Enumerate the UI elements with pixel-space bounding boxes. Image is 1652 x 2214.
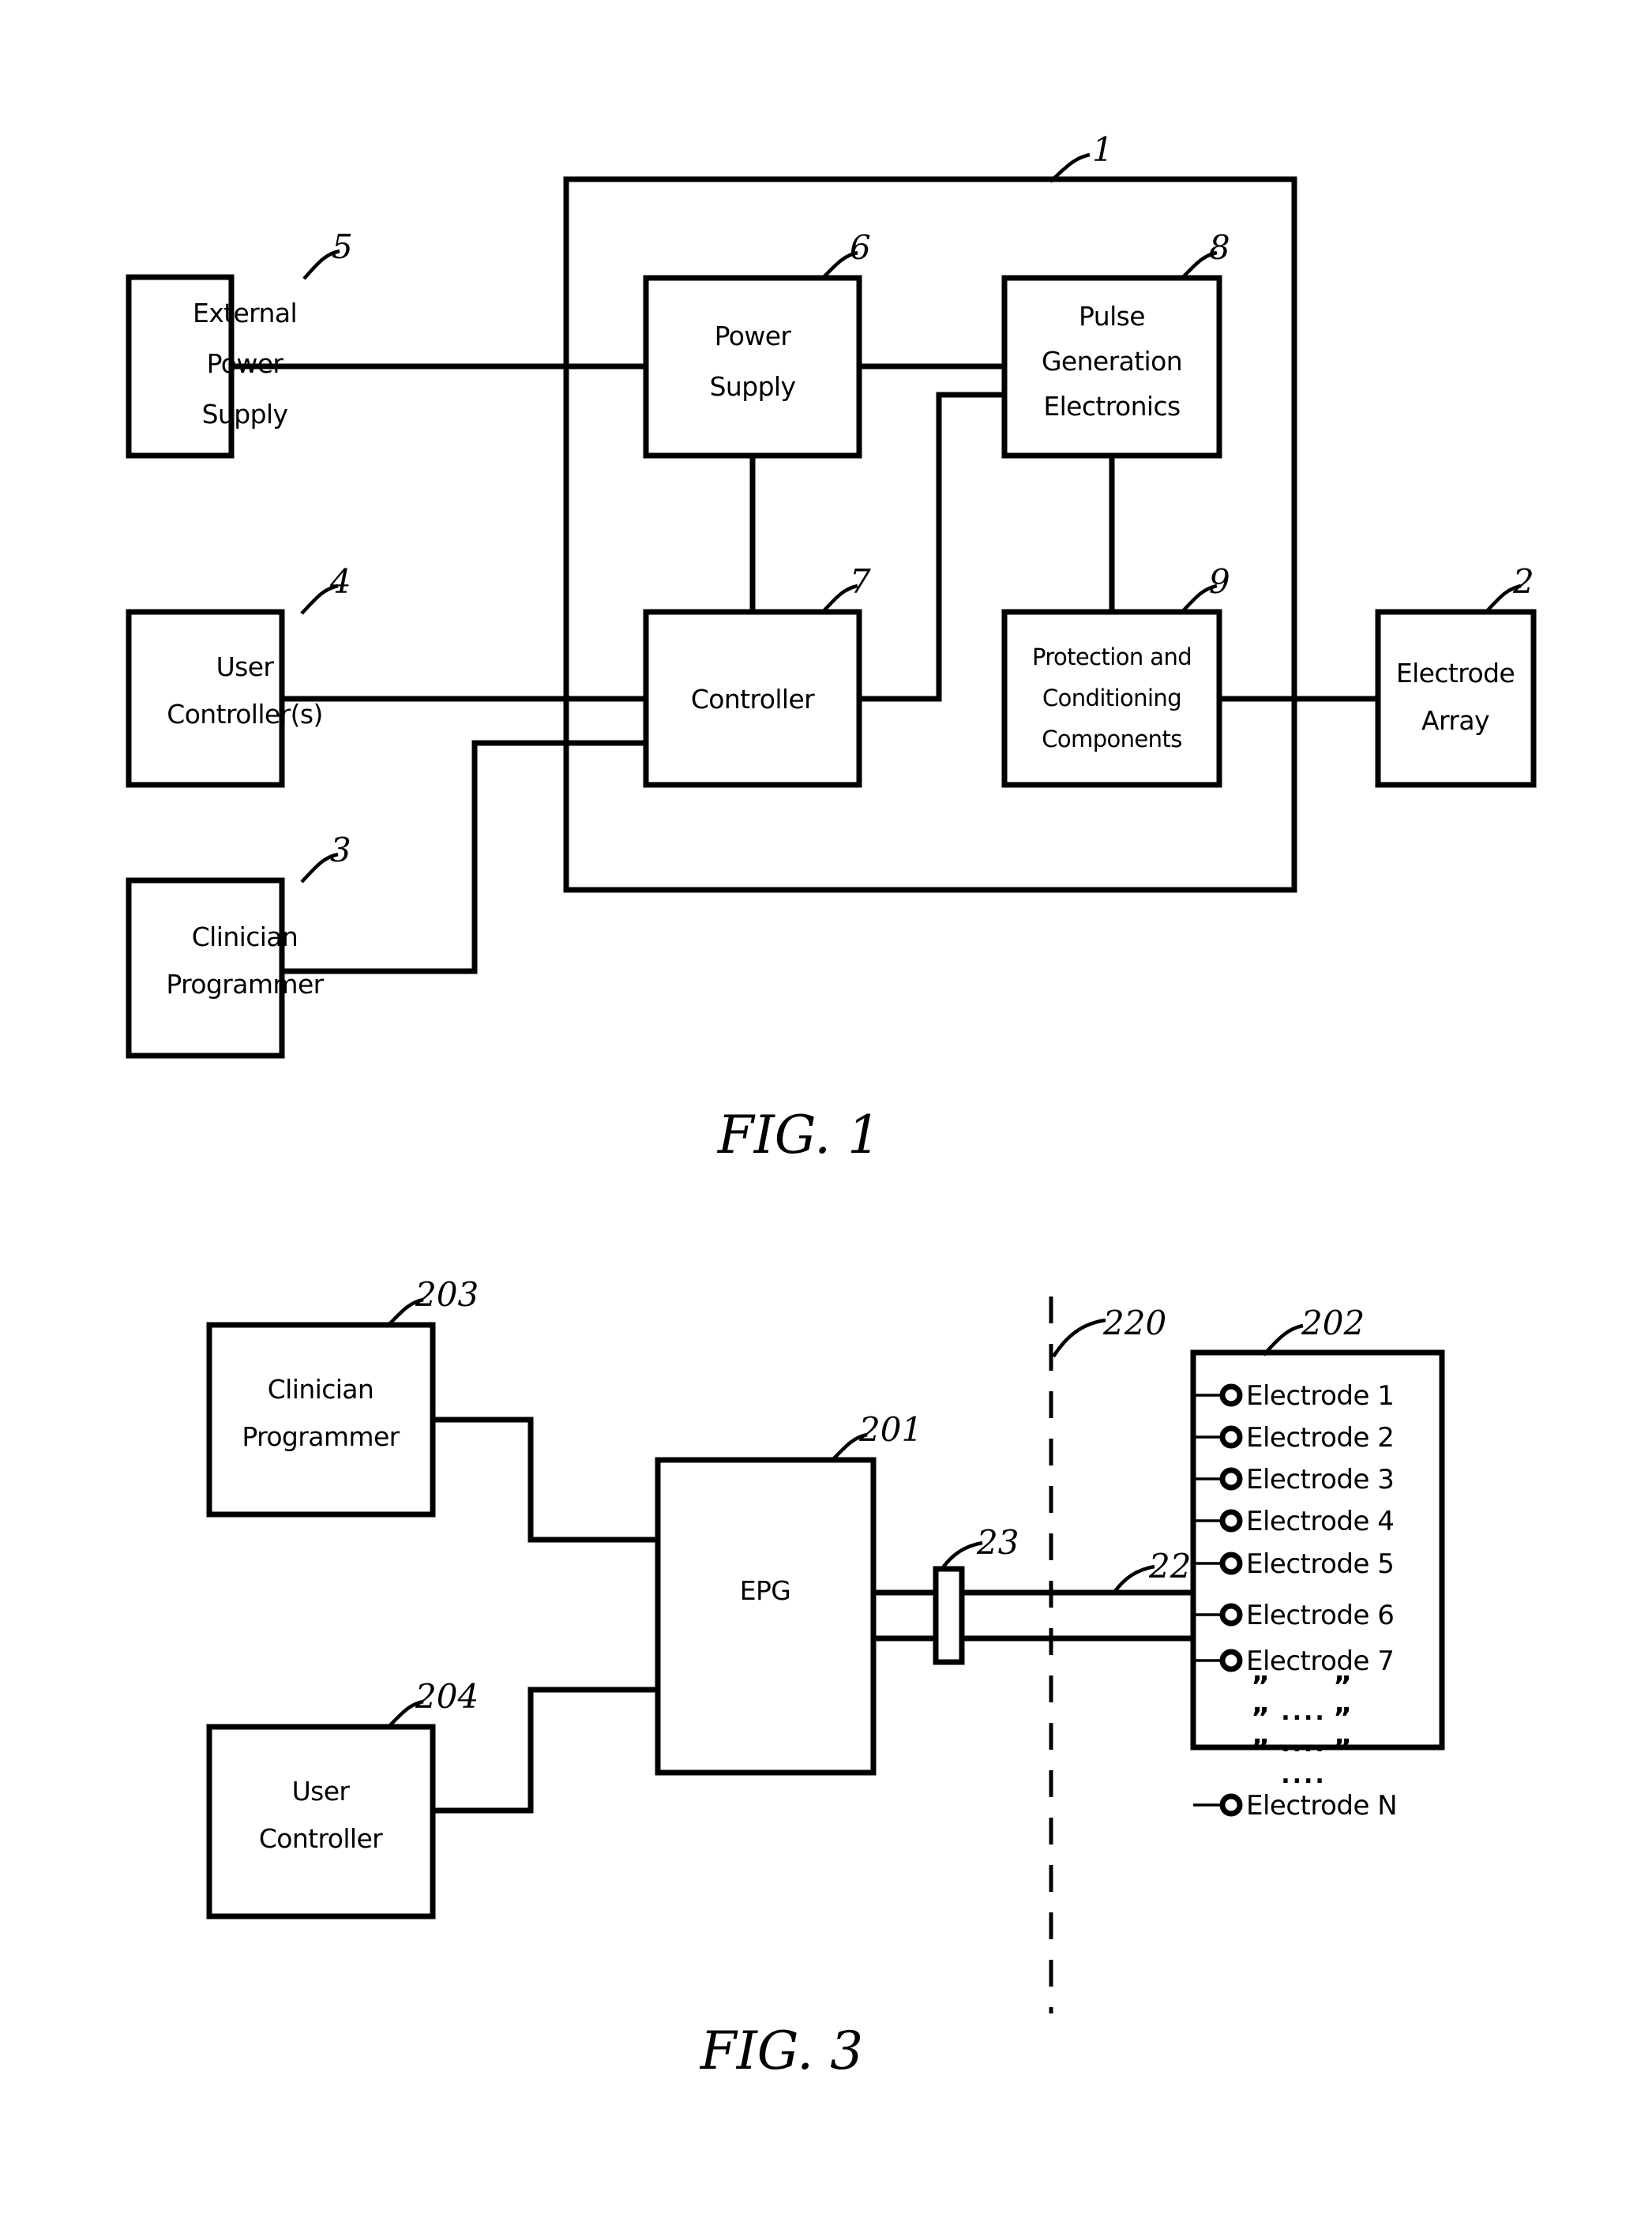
fig1-electrode-array-box xyxy=(1375,609,1537,788)
fig1-ref-6: 6 xyxy=(850,228,871,267)
fig3-electrode-terminal-1 xyxy=(1219,1383,1243,1407)
fig3-ref-201: 201 xyxy=(858,1410,922,1449)
fig1-ref-9: 9 xyxy=(1209,562,1230,601)
fig3-ellipsis-mark-right-1: ” xyxy=(1333,1671,1352,1703)
patent-drawing-sheet: 1 5 External Power Supply 6 Power Supply… xyxy=(0,0,1652,2214)
fig3-wire-clinician-to-epg xyxy=(430,1417,661,1543)
fig1-clinician-programmer-label-0: Clinician xyxy=(192,921,298,952)
fig1-clinician-programmer-box xyxy=(126,877,285,1059)
fig3-ellipsis-mark-left-2: ” xyxy=(1251,1702,1270,1735)
fig3-clinician-programmer-box xyxy=(206,1322,436,1518)
fig3-clinician-programmer-label-1: Programmer xyxy=(242,1421,400,1452)
fig3-electrode-terminal-3 xyxy=(1219,1467,1243,1491)
fig3-electrode-label-2: Electrode 2 xyxy=(1246,1422,1394,1454)
fig1-user-controllers-label-1: Controller(s) xyxy=(167,699,322,730)
fig3-electrode-terminal-4 xyxy=(1219,1509,1243,1533)
figure-3: 203 Clinician Programmer 201 EPG 204 Use… xyxy=(206,1275,1445,2081)
fig1-electrode-array-label-1: Array xyxy=(1421,705,1489,736)
fig1-external-power-supply-label-2: Supply xyxy=(202,399,288,430)
fig1-ref-8: 8 xyxy=(1209,228,1230,267)
fig1-power-supply-box xyxy=(643,275,862,459)
fig3-ellipsis-dots-2: .... xyxy=(1281,1730,1327,1758)
fig3-user-controller-label-1: Controller xyxy=(259,1823,383,1854)
fig3-caption: FIG. 3 xyxy=(700,2021,863,2081)
fig3-electrode-terminal-n xyxy=(1219,1793,1243,1817)
fig1-caption: FIG. 1 xyxy=(717,1105,880,1165)
fig1-power-supply-label-0: Power xyxy=(715,321,792,351)
fig1-pulse-generation-label-1: Generation xyxy=(1042,346,1182,377)
fig1-electrode-array-label-0: Electrode xyxy=(1396,658,1515,689)
fig3-ellipsis-dots-3: .... xyxy=(1281,1762,1327,1789)
fig3-electrode-terminal-2 xyxy=(1219,1425,1243,1449)
fig3-ref-204: 204 xyxy=(415,1677,479,1716)
fig1-ref-4: 4 xyxy=(329,562,351,601)
fig3-connector-box xyxy=(933,1566,965,1665)
fig3-ellipsis-mark-left-3: ” xyxy=(1251,1734,1270,1766)
fig3-ellipsis-mark-left-1: ” xyxy=(1251,1671,1270,1703)
fig3-ref-22: 22 xyxy=(1148,1547,1191,1585)
fig3-electrode-terminal-7 xyxy=(1219,1649,1243,1672)
fig3-electrode-terminal-6 xyxy=(1219,1603,1243,1627)
fig1-protection-label-0: Protection and xyxy=(1032,644,1192,670)
fig1-pulse-generation-label-2: Electronics xyxy=(1043,391,1180,422)
fig1-power-supply-label-1: Supply xyxy=(710,371,796,402)
fig1-ref-3: 3 xyxy=(330,831,351,869)
fig3-ellipsis-mark-right-3: ” xyxy=(1333,1734,1352,1766)
fig3-electrode-label-4: Electrode 4 xyxy=(1246,1506,1394,1537)
fig3-ellipsis-mark-right-2: ” xyxy=(1333,1702,1352,1735)
fig1-protection-label-1: Conditioning xyxy=(1042,685,1181,711)
fig1-ref-1: 1 xyxy=(1092,130,1113,169)
fig3-epg-label-0: EPG xyxy=(740,1575,791,1606)
fig3-epg-box xyxy=(655,1457,877,1776)
fig3-ref-23: 23 xyxy=(976,1523,1019,1562)
fig3-ref-203: 203 xyxy=(415,1275,479,1314)
fig3-electrode-label-6: Electrode 6 xyxy=(1246,1600,1394,1631)
fig3-ref-220: 220 xyxy=(1102,1304,1166,1342)
figure-1: 1 5 External Power Supply 6 Power Supply… xyxy=(126,130,1537,1165)
fig3-ref220-leader xyxy=(1052,1318,1106,1358)
fig1-controller-label-0: Controller xyxy=(691,684,815,715)
fig3-user-controller-box xyxy=(206,1724,436,1919)
fig3-clinician-programmer-label-0: Clinician xyxy=(268,1374,374,1405)
fig1-ref-2: 2 xyxy=(1512,562,1534,601)
fig1-ref-5: 5 xyxy=(332,227,353,266)
fig3-electrode-terminal-5 xyxy=(1219,1552,1243,1575)
fig3-electrode-list: Electrode 1 Electrode 2 Electrode 3 Elec… xyxy=(1193,1380,1398,1822)
fig3-electrode-label-3: Electrode 3 xyxy=(1246,1464,1394,1495)
fig1-protection-label-2: Components xyxy=(1042,726,1181,752)
fig1-wire-controller-to-pge xyxy=(856,392,1008,702)
fig3-ref-202: 202 xyxy=(1301,1304,1365,1342)
fig3-electrode-label-1: Electrode 1 xyxy=(1246,1380,1394,1412)
fig1-ref-7: 7 xyxy=(850,562,871,601)
fig3-ellipsis-dots-1: .... xyxy=(1281,1698,1327,1726)
fig1-pulse-generation-label-0: Pulse xyxy=(1079,301,1145,332)
fig3-user-controller-label-0: User xyxy=(292,1776,351,1807)
fig3-electrode-label-5: Electrode 5 xyxy=(1246,1548,1394,1580)
fig1-user-controllers-label-0: User xyxy=(216,651,275,682)
fig3-electrode-label-n: Electrode N xyxy=(1246,1790,1397,1822)
fig1-external-power-supply-label-0: External xyxy=(193,298,297,328)
